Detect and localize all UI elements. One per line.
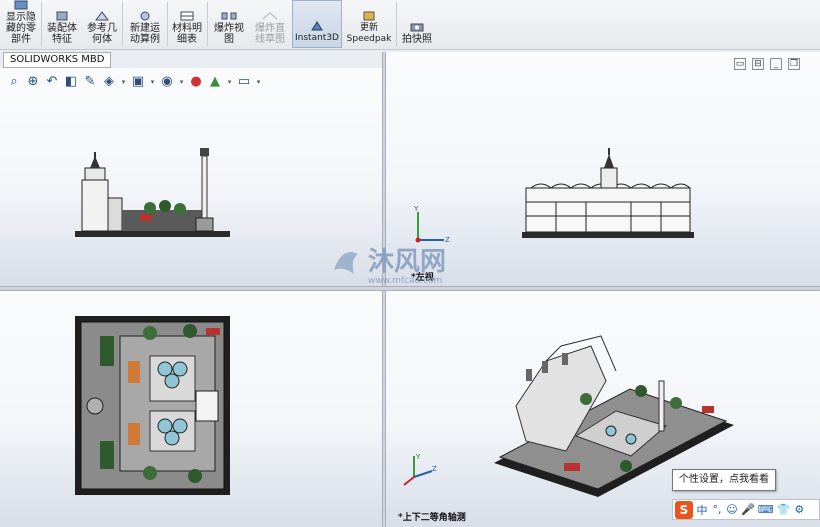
zoom-area-icon[interactable]: ⊕ bbox=[25, 74, 41, 90]
reference-geometry-icon bbox=[93, 11, 111, 21]
bill-of-materials-button[interactable]: 材料明 细表 bbox=[169, 0, 205, 48]
keyboard-icon[interactable]: ⌨ bbox=[758, 503, 774, 516]
assembly-features-button[interactable]: 装配体 特征 bbox=[44, 0, 80, 48]
ime-punctuation-toggle[interactable]: °, bbox=[711, 503, 723, 516]
view-orientation-icon[interactable]: ◈ bbox=[101, 74, 117, 90]
viewport-top[interactable] bbox=[0, 291, 382, 527]
exploded-view-button[interactable]: 爆炸视 图 bbox=[209, 0, 249, 48]
assembly-feature-icon bbox=[53, 11, 71, 21]
watermark: 沐风网 www.mfcad.com bbox=[328, 240, 498, 286]
dynamic-annotation-icon[interactable]: ✎ bbox=[82, 74, 98, 90]
chevron-down-icon[interactable]: ▾ bbox=[178, 74, 185, 90]
ime-tooltip: 个性设置，点我看看 bbox=[672, 469, 776, 491]
explode-line-sketch-button[interactable]: 爆炸直 线草图 bbox=[250, 0, 290, 48]
ribbon-separator bbox=[207, 2, 208, 46]
iso-view-label: *上下二等角轴测 bbox=[398, 513, 466, 523]
command-ribbon: 显示隐 藏的零 部件 装配体 特征 参考几 何体 新建运 动算例 材料明 细表 … bbox=[0, 0, 820, 50]
new-motion-study-button[interactable]: 新建运 动算例 bbox=[125, 0, 165, 48]
chevron-down-icon[interactable]: ▾ bbox=[255, 74, 262, 90]
viewport-minimize-icon[interactable]: _ bbox=[770, 58, 782, 70]
chevron-down-icon[interactable]: ▾ bbox=[226, 74, 233, 90]
ribbon-separator bbox=[122, 2, 123, 46]
svg-text:Z: Z bbox=[432, 465, 437, 473]
viewport-window-controls: ▭ ⊟ _ ❐ bbox=[734, 58, 800, 70]
display-style-icon[interactable]: ▣ bbox=[130, 74, 146, 90]
ime-chinese-toggle[interactable]: 中 bbox=[696, 502, 708, 518]
section-view-icon[interactable]: ◧ bbox=[63, 74, 79, 90]
settings-icon[interactable]: ⚙ bbox=[793, 503, 805, 516]
explode-line-sketch-icon bbox=[261, 11, 279, 21]
instant3d-button[interactable]: Instant3D bbox=[292, 0, 342, 48]
exploded-view-icon bbox=[220, 11, 238, 21]
motion-study-icon bbox=[136, 11, 154, 21]
ribbon-separator bbox=[41, 2, 42, 46]
sogou-logo-icon[interactable]: S bbox=[675, 500, 693, 519]
viewport-restore-icon[interactable]: ▭ bbox=[734, 58, 746, 70]
update-speedpak-button[interactable]: 更新 Speedpak bbox=[344, 0, 394, 48]
camera-icon bbox=[408, 22, 426, 32]
chevron-down-icon[interactable]: ▾ bbox=[149, 74, 156, 90]
take-snapshot-button[interactable]: 拍快照 bbox=[398, 0, 436, 48]
show-hidden-components-button[interactable]: 显示隐 藏的零 部件 bbox=[2, 0, 40, 48]
watermark-brand: 沐风网 bbox=[368, 247, 446, 277]
microphone-icon[interactable]: 🎤 bbox=[741, 503, 755, 516]
edit-appearance-icon[interactable]: ● bbox=[188, 74, 204, 90]
front-view-model bbox=[75, 148, 230, 237]
chevron-down-icon[interactable]: ▾ bbox=[120, 74, 127, 90]
hide-show-icon[interactable]: ◉ bbox=[159, 74, 175, 90]
ribbon-separator bbox=[167, 2, 168, 46]
isometric-view-model bbox=[494, 335, 734, 497]
viewport-isometric[interactable]: Y Z *上下二等角轴测 bbox=[386, 291, 820, 527]
view-settings-icon[interactable]: ▭ bbox=[236, 74, 252, 90]
svg-text:Y: Y bbox=[415, 453, 421, 461]
apply-scene-icon[interactable]: ▲ bbox=[207, 74, 223, 90]
ribbon-separator bbox=[396, 2, 397, 46]
viewport-maximize-icon[interactable]: ❐ bbox=[788, 58, 800, 70]
heads-up-view-toolbar: ⌕ ⊕ ↶ ◧ ✎ ◈ ▾ ▣ ▾ ◉ ▾ ● ▲ ▾ ▭ ▾ bbox=[6, 72, 262, 92]
viewport-tile-icon[interactable]: ⊟ bbox=[752, 58, 764, 70]
bom-table-icon bbox=[178, 11, 196, 21]
instant3d-icon bbox=[308, 21, 326, 31]
speedpak-icon bbox=[360, 11, 378, 21]
tab-solidworks-mbd[interactable]: SOLIDWORKS MBD bbox=[3, 52, 112, 68]
svg-text:Y: Y bbox=[413, 205, 419, 213]
skin-icon[interactable]: 👕 bbox=[777, 503, 791, 516]
axis-triad-iso-icon: Y Z bbox=[403, 453, 437, 486]
emoji-icon[interactable]: ☺ bbox=[726, 503, 738, 516]
viewport-front[interactable] bbox=[0, 68, 382, 286]
viewport-splitter-horizontal[interactable] bbox=[0, 286, 820, 291]
show-hidden-icon bbox=[12, 0, 30, 10]
zoom-to-fit-icon[interactable]: ⌕ bbox=[6, 74, 22, 90]
watermark-url: www.mfcad.com bbox=[368, 276, 442, 286]
top-view-model bbox=[75, 316, 230, 495]
reference-geometry-button[interactable]: 参考几 何体 bbox=[84, 0, 120, 48]
previous-view-icon[interactable]: ↶ bbox=[44, 74, 60, 90]
ime-toolbar: S 中 °, ☺ 🎤 ⌨ 👕 ⚙ bbox=[672, 499, 820, 520]
